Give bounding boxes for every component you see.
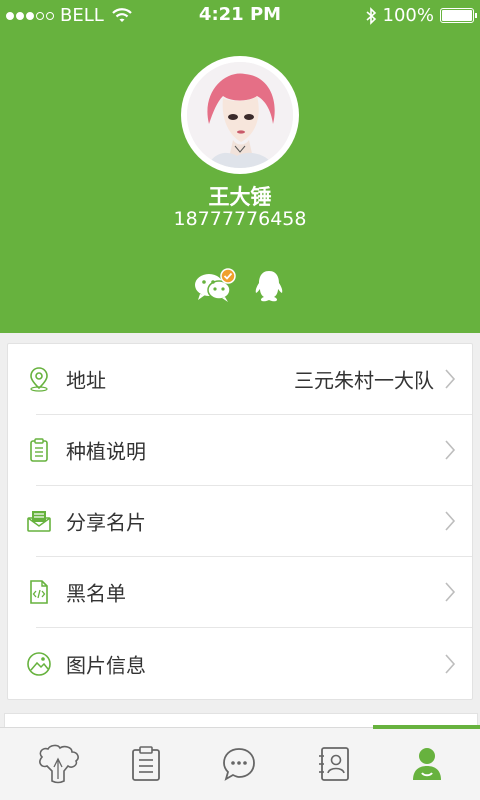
menu-item-planting-guide[interactable]: 种植说明 bbox=[8, 415, 472, 485]
tab-bar bbox=[0, 725, 480, 800]
profile-header: 王大锤 18777776458 bbox=[0, 0, 480, 333]
menu-card: 地址 三元朱村一大队 种植说明 分享名片 黑名单 图片信息 bbox=[7, 343, 473, 700]
chevron-right-icon bbox=[445, 440, 456, 460]
menu-item-label: 分享名片 bbox=[66, 510, 146, 535]
wechat-icon[interactable] bbox=[194, 268, 236, 304]
tab-profile[interactable] bbox=[379, 728, 475, 800]
menu-item-blacklist[interactable]: 黑名单 bbox=[8, 557, 472, 627]
menu-item-address[interactable]: 地址 三元朱村一大队 bbox=[8, 344, 472, 414]
menu-item-label: 地址 bbox=[66, 368, 106, 393]
chevron-right-icon bbox=[445, 654, 456, 674]
image-icon bbox=[27, 652, 51, 676]
menu-item-label: 图片信息 bbox=[66, 653, 146, 678]
bluetooth-icon bbox=[366, 6, 376, 25]
clipboard-icon bbox=[30, 438, 48, 462]
status-bar: BELL 4:21 PM 100% bbox=[0, 0, 480, 32]
avatar-frame[interactable] bbox=[181, 56, 299, 174]
chevron-right-icon bbox=[445, 369, 456, 389]
menu-item-image-info[interactable]: 图片信息 bbox=[8, 629, 472, 699]
user-phone: 18777776458 bbox=[173, 208, 307, 230]
chevron-right-icon bbox=[445, 511, 456, 531]
contacts-icon bbox=[319, 747, 349, 781]
menu-item-label: 种植说明 bbox=[66, 439, 146, 464]
status-right: 100% bbox=[365, 5, 477, 26]
tab-messages[interactable] bbox=[191, 728, 287, 800]
tab-contacts[interactable] bbox=[287, 728, 383, 800]
battery-percent: 100% bbox=[382, 5, 434, 26]
chevron-right-icon bbox=[445, 582, 456, 602]
qq-icon[interactable] bbox=[254, 269, 284, 303]
user-name: 王大锤 bbox=[208, 185, 272, 209]
chat-bubble-icon bbox=[223, 748, 255, 781]
tab-notes[interactable] bbox=[98, 728, 194, 800]
tab-vegetable[interactable] bbox=[10, 728, 106, 800]
menu-item-label: 黑名单 bbox=[66, 581, 126, 606]
avatar[interactable] bbox=[187, 62, 293, 168]
menu-item-value: 三元朱村一大队 bbox=[294, 368, 434, 393]
battery-icon bbox=[440, 8, 477, 23]
code-file-icon bbox=[30, 580, 48, 604]
notes-icon bbox=[132, 746, 160, 781]
menu-item-share-card[interactable]: 分享名片 bbox=[8, 486, 472, 556]
profile-icon bbox=[413, 748, 441, 780]
avatar-illustration bbox=[187, 62, 293, 168]
location-pin-icon bbox=[30, 367, 48, 392]
envelope-card-icon bbox=[27, 511, 51, 532]
divider bbox=[36, 627, 472, 628]
vegetable-icon bbox=[39, 744, 79, 784]
